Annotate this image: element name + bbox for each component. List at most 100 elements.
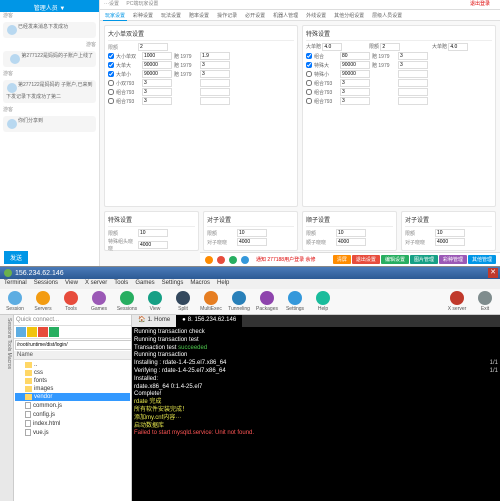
pay-input[interactable] <box>340 70 370 78</box>
odds-input[interactable] <box>398 61 428 69</box>
value-input[interactable] <box>237 238 267 246</box>
odds-input[interactable] <box>398 97 428 105</box>
home-icon[interactable] <box>16 327 26 337</box>
toolbar-button-view[interactable]: View <box>142 291 168 312</box>
tab-home[interactable]: 🏠 1. Home <box>132 315 176 327</box>
enable-checkbox[interactable] <box>108 53 114 59</box>
enable-checkbox[interactable] <box>306 71 312 77</box>
footer-button[interactable]: 编辑设置 <box>381 255 409 264</box>
file-item[interactable]: vendor <box>15 393 130 401</box>
pay-input[interactable] <box>340 88 370 96</box>
path-input[interactable] <box>15 340 132 350</box>
menu-item[interactable]: Settings <box>162 280 184 288</box>
tab-1[interactable]: ···设置 <box>104 1 119 7</box>
pay-input[interactable] <box>142 70 172 78</box>
toolbar-button-games[interactable]: Games <box>86 291 112 312</box>
file-item[interactable]: config.js <box>15 410 130 419</box>
enable-checkbox[interactable] <box>306 80 312 86</box>
pay-input[interactable] <box>340 52 370 60</box>
toolbar-button-servers[interactable]: Servers <box>30 291 56 312</box>
pay-input[interactable] <box>142 52 172 60</box>
chat-header[interactable]: 管理人员 ▼ <box>0 0 99 12</box>
file-item[interactable]: vue.js <box>15 428 130 437</box>
footer-button[interactable]: 图片管理 <box>410 255 438 264</box>
enable-checkbox[interactable] <box>306 89 312 95</box>
value-input[interactable] <box>138 241 168 249</box>
pay-input[interactable] <box>340 61 370 69</box>
folder-icon[interactable] <box>27 327 37 337</box>
pay-input[interactable] <box>340 79 370 87</box>
enable-checkbox[interactable] <box>108 89 114 95</box>
odds-input[interactable] <box>398 70 428 78</box>
nav-item[interactable]: 外线设置 <box>304 11 328 21</box>
nav-item[interactable]: 赔率设置 <box>187 11 211 21</box>
odds-input[interactable] <box>398 52 428 60</box>
limit-input[interactable] <box>336 229 366 237</box>
file-item[interactable]: css <box>15 369 130 377</box>
value-input[interactable] <box>435 238 465 246</box>
terminal[interactable]: 🏠 1. Home ● 8. 156.234.62.146 Running tr… <box>132 315 500 501</box>
toolbar-button-settings[interactable]: Settings <box>282 291 308 312</box>
enable-checkbox[interactable] <box>306 53 312 59</box>
odds-input[interactable] <box>200 61 230 69</box>
pay-input[interactable] <box>142 88 172 96</box>
footer-button[interactable]: 彩种管理 <box>439 255 467 264</box>
toolbar-button-help[interactable]: Help <box>310 291 336 312</box>
close-icon[interactable]: ✕ <box>488 268 498 278</box>
toolbar-button-session[interactable]: Session <box>2 291 28 312</box>
send-button[interactable]: 发送 <box>4 251 28 264</box>
file-item[interactable]: index.html <box>15 419 130 428</box>
menu-item[interactable]: Sessions <box>34 280 58 288</box>
nav-item[interactable]: 彩种设置 <box>131 11 155 21</box>
tab-2[interactable]: PC端玩家设置 <box>126 1 158 7</box>
value-input[interactable] <box>336 238 366 246</box>
toolbar-button-multiexec[interactable]: MultiExec <box>198 291 224 312</box>
menu-item[interactable]: X server <box>85 280 107 288</box>
limit-input[interactable] <box>138 43 168 51</box>
enable-checkbox[interactable] <box>108 80 114 86</box>
file-item[interactable]: common.js <box>15 401 130 410</box>
nav-item[interactable]: 层级人员设置 <box>370 11 404 21</box>
nav-item[interactable]: 机器人管理 <box>271 11 300 21</box>
toolbar-button-exit[interactable]: Exit <box>472 291 498 312</box>
limit-input[interactable] <box>435 229 465 237</box>
menu-item[interactable]: Tools <box>114 280 128 288</box>
up-icon[interactable] <box>49 327 59 337</box>
refresh-icon[interactable] <box>38 327 48 337</box>
odds-input[interactable] <box>398 79 428 87</box>
toolbar-button-tools[interactable]: Tools <box>58 291 84 312</box>
odds-input[interactable] <box>200 52 230 60</box>
menu-item[interactable]: Macros <box>190 280 210 288</box>
menu-item[interactable]: Games <box>135 280 154 288</box>
share-icon[interactable] <box>205 256 213 264</box>
limit-input[interactable] <box>237 229 267 237</box>
enable-checkbox[interactable] <box>108 62 114 68</box>
odds-input[interactable] <box>200 70 230 78</box>
menu-item[interactable]: Terminal <box>4 280 27 288</box>
enable-checkbox[interactable] <box>306 62 312 68</box>
menu-item[interactable]: View <box>65 280 78 288</box>
file-item[interactable]: images <box>15 385 130 393</box>
nav-item[interactable]: 操作记录 <box>215 11 239 21</box>
nav-item[interactable]: 必开设置 <box>243 11 267 21</box>
col-input[interactable] <box>448 43 468 51</box>
nav-item[interactable]: 其他分组设置 <box>332 11 366 21</box>
file-item[interactable]: .. <box>15 361 130 369</box>
menu-item[interactable]: Help <box>217 280 229 288</box>
logout-link[interactable]: 退出登录 <box>470 0 490 7</box>
share-icon[interactable] <box>217 256 225 264</box>
odds-input[interactable] <box>200 88 230 96</box>
odds-input[interactable] <box>200 79 230 87</box>
share-icon[interactable] <box>241 256 249 264</box>
window-titlebar[interactable]: 156.234.62.146 ✕ <box>0 267 500 279</box>
toolbar-button-split[interactable]: Split <box>170 291 196 312</box>
quick-connect[interactable]: Quick connect... <box>14 315 131 326</box>
enable-checkbox[interactable] <box>108 98 114 104</box>
col-input[interactable] <box>380 43 400 51</box>
pay-input[interactable] <box>142 61 172 69</box>
toolbar-button-x server[interactable]: X server <box>444 291 470 312</box>
odds-input[interactable] <box>398 88 428 96</box>
pay-input[interactable] <box>142 97 172 105</box>
enable-checkbox[interactable] <box>108 71 114 77</box>
toolbar-button-tunneling[interactable]: Tunneling <box>226 291 252 312</box>
